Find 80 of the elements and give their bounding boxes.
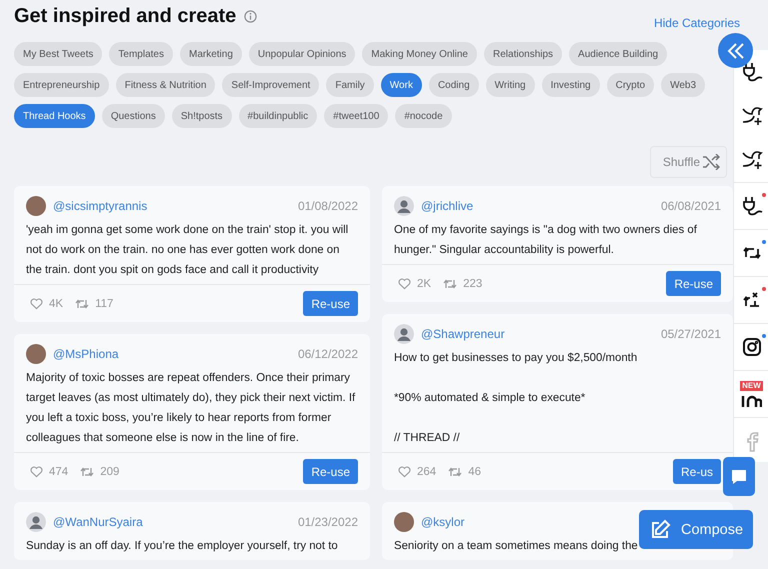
page-title: Get inspired and create: [14, 5, 236, 28]
tweet-text: How to get businesses to pay you $2,500/month: [394, 351, 638, 366]
user-handle-link[interactable]: @WanNurSyaira: [53, 515, 143, 529]
category-chip[interactable]: Sh!tposts: [172, 104, 232, 128]
tweet-text: Majority of toxic bosses are repeat offenders. Once their primary target leaves (as most ultimately do), they pick their next victim. If you left a toxic boss, you’re likely to hear reports from former colleagues that someone else is now in the line of fire.: [26, 371, 356, 446]
heart-icon[interactable]: [398, 278, 411, 290]
retweet-count: 209: [100, 466, 120, 478]
shuffle-button[interactable]: Shuffle: [650, 146, 727, 178]
avatar-silhouette-icon: [394, 196, 414, 216]
category-chip[interactable]: Questions: [102, 104, 165, 128]
avatar-silhouette-icon: [394, 324, 414, 344]
bird-plus-icon[interactable]: [740, 105, 762, 127]
tweet-date: 06/08/2021: [660, 199, 721, 213]
avatar-photo-placeholder: [26, 344, 46, 364]
retweet-count: 223: [463, 278, 482, 290]
tweet-text: // THREAD //: [394, 431, 461, 446]
reuse-button[interactable]: Re-use: [303, 459, 358, 484]
collapse-button[interactable]: [718, 33, 753, 68]
plug-icon[interactable]: [740, 195, 762, 217]
category-chip[interactable]: Fitness & Nutrition: [116, 73, 216, 97]
category-chip[interactable]: Web3: [661, 73, 706, 97]
heart-icon[interactable]: [30, 298, 43, 310]
bird-plus-icon[interactable]: [740, 149, 762, 171]
reuse-button[interactable]: Re-use: [303, 291, 358, 316]
reuse-button[interactable]: Re-use: [666, 271, 721, 296]
new-badge: NEW: [740, 380, 763, 390]
category-chip[interactable]: #nocode: [395, 104, 452, 128]
info-icon[interactable]: [244, 10, 258, 23]
category-chip[interactable]: Audience Building: [569, 42, 668, 66]
category-chip[interactable]: Investing: [542, 73, 600, 97]
category-chip[interactable]: Entrepreneurship: [14, 73, 109, 97]
category-chip[interactable]: Unpopular Opinions: [248, 42, 356, 66]
double-chevron-left-icon: [726, 40, 746, 60]
tweet-text: One of my favorite sayings is "a dog with two owners dies of hunger." Singular accountability is powerful.: [394, 223, 698, 258]
retweet-count: 117: [95, 298, 114, 310]
category-chip[interactable]: Self-Improvement: [222, 73, 320, 97]
category-chip[interactable]: Thread Hooks: [14, 104, 95, 128]
category-chip[interactable]: Coding: [428, 73, 479, 97]
like-count: 264: [417, 466, 436, 478]
category-chip[interactable]: Family: [326, 73, 374, 97]
tweet-text: Seniority on a team sometimes means doing the: [394, 539, 639, 554]
category-chip[interactable]: Work: [380, 73, 422, 97]
avatar-silhouette-icon: [26, 512, 46, 532]
compose-button[interactable]: Compose: [639, 510, 753, 549]
chat-button[interactable]: [723, 457, 755, 496]
category-chip[interactable]: Marketing: [180, 42, 242, 66]
tweet-text: Sunday is an off day. If you’re the employer yourself, try not to: [26, 539, 339, 554]
avatar-photo-placeholder: [394, 512, 414, 532]
heart-icon[interactable]: [30, 466, 43, 478]
reuse-button[interactable]: Re-us: [672, 459, 721, 484]
tweet-date: 01/08/2022: [298, 199, 358, 213]
tweet-date: 05/27/2021: [660, 327, 721, 341]
category-chip[interactable]: #tweet100: [324, 104, 388, 128]
retweet-count: 46: [468, 466, 481, 478]
user-handle-link[interactable]: @ksylor: [421, 515, 465, 529]
category-chip[interactable]: Templates: [109, 42, 173, 66]
tweet-date: 01/23/2022: [298, 515, 358, 529]
like-count: 4K: [49, 298, 64, 310]
tweet-date: 06/12/2022: [298, 347, 358, 361]
heart-icon[interactable]: [398, 466, 411, 478]
shuffle-icon: [702, 154, 720, 170]
category-chip[interactable]: Crypto: [606, 73, 654, 97]
instagram-icon[interactable]: [740, 336, 762, 358]
category-chip[interactable]: My Best Tweets: [14, 42, 102, 66]
tweet-text: 'yeah im gonna get some work done on the train' stop it. you will not do work on the train. no one has ever gotten work done on the train. dont you spit on gods face and call it productivity: [26, 223, 350, 278]
user-handle-link[interactable]: @Shawpreneur: [421, 327, 505, 341]
like-count: 2K: [417, 278, 432, 290]
user-handle-link[interactable]: @jrichlive: [421, 199, 474, 213]
category-chip[interactable]: Making Money Online: [362, 42, 477, 66]
tweet-text: *90% automated & simple to execute*: [394, 391, 586, 406]
category-chip[interactable]: Relationships: [484, 42, 562, 66]
user-handle-link[interactable]: @MsPhiona: [53, 347, 119, 361]
category-chip[interactable]: #buildinpublic: [238, 104, 318, 128]
category-chip[interactable]: Writing: [486, 73, 535, 97]
avatar-photo-placeholder: [26, 196, 46, 216]
plug-icon[interactable]: [740, 61, 762, 83]
user-handle-link[interactable]: @sicsimptyrannis: [53, 199, 148, 213]
like-count: 474: [49, 466, 68, 478]
hide-categories-link[interactable]: Hide Categories: [654, 16, 740, 30]
speech-bubble-icon: [730, 468, 748, 486]
